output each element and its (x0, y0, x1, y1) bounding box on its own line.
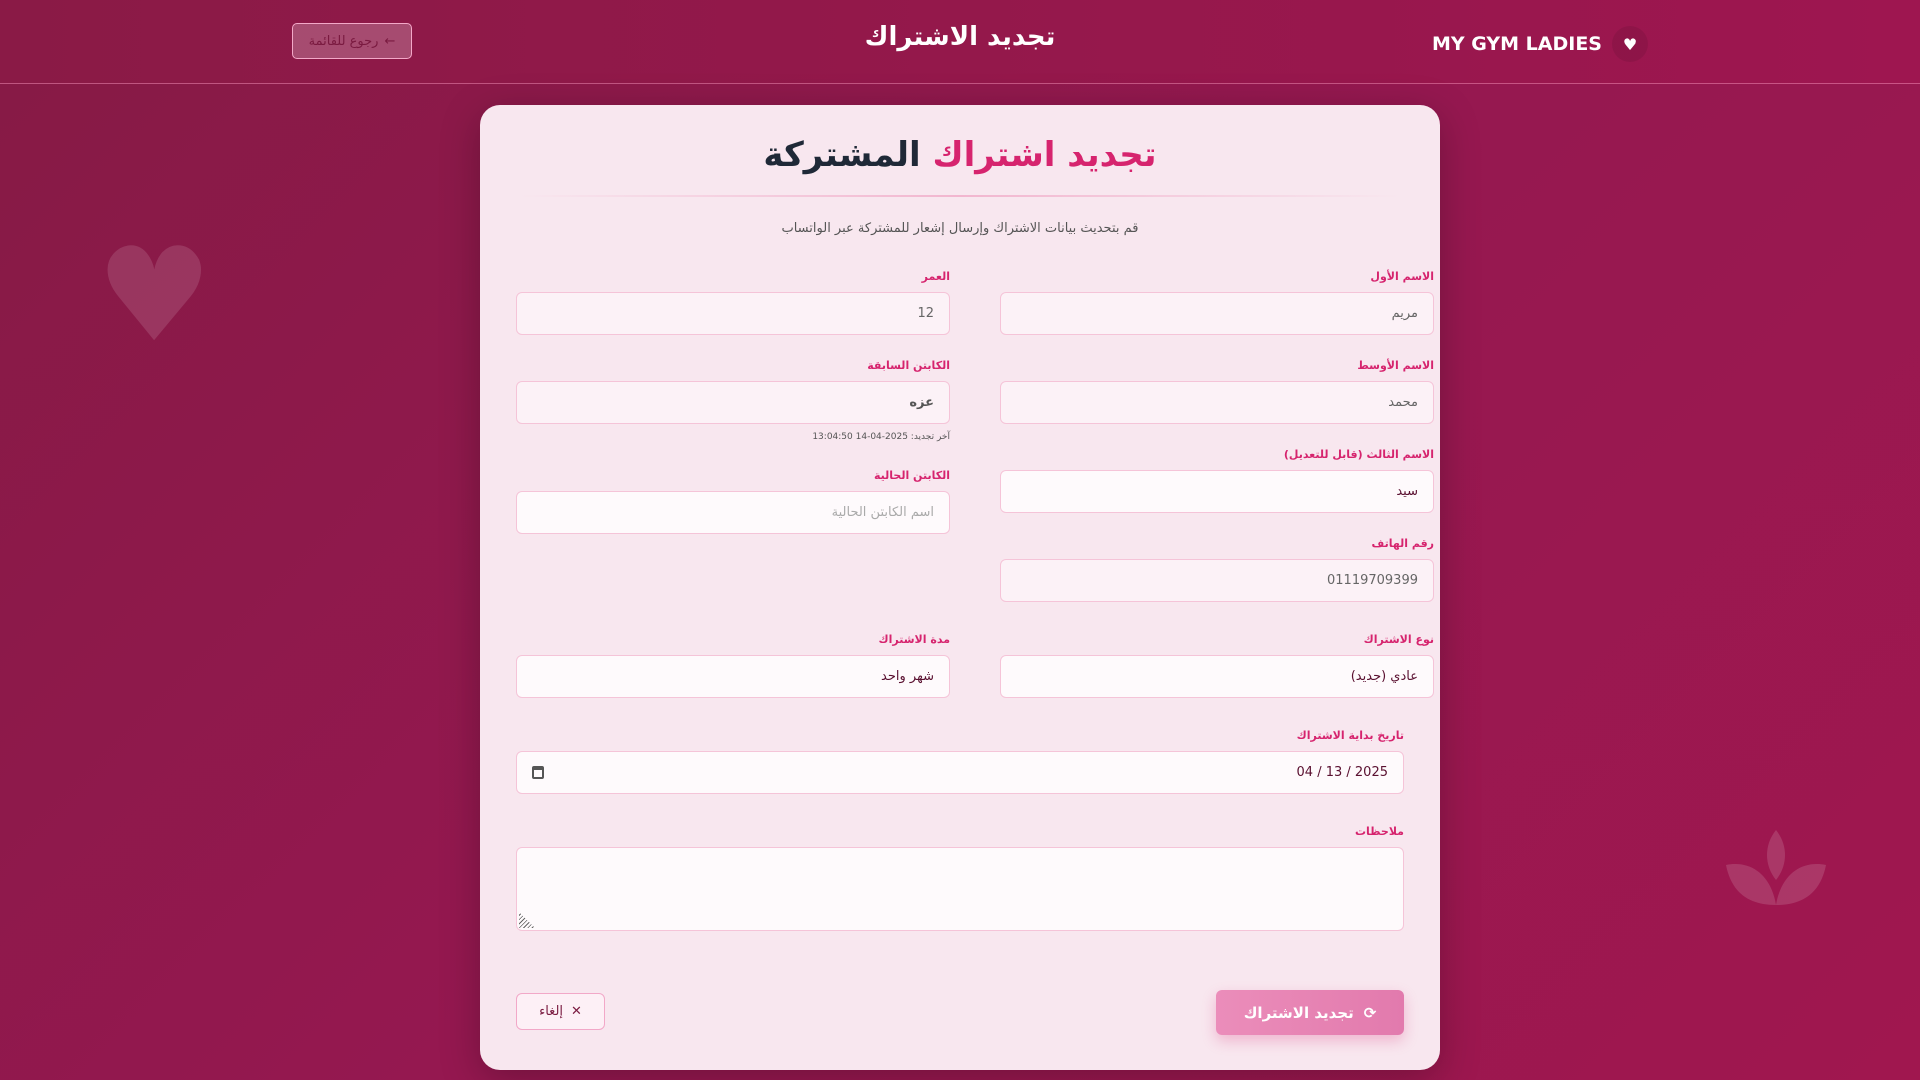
calendar-icon[interactable] (532, 766, 544, 779)
start-date-input[interactable]: 04 / 13 / 2025 (516, 751, 1404, 794)
phone-label: رقم الهاتف (1371, 537, 1434, 550)
subscription-type-field: نوع الاشتراك عادي (جديد) (1000, 633, 1434, 698)
third-name-label: الاسم الثالث (قابل للتعديل) (1283, 448, 1434, 461)
middle-name-label: الاسم الأوسط (1357, 359, 1434, 372)
third-name-field: الاسم الثالث (قابل للتعديل) سيد (1000, 448, 1434, 513)
brand-name: MY GYM LADIES (1431, 33, 1602, 55)
heart-icon: ♥ (1612, 26, 1648, 62)
current-captain-field: الكابتن الحالية اسم الكابتن الحالية (516, 469, 950, 534)
renew-label: تجديد الاشتراك (1243, 1003, 1354, 1022)
subscription-type-select[interactable]: عادي (جديد) (1000, 655, 1434, 698)
form-subtitle: قم بتحديث بيانات الاشتراك وإرسال إشعار ل… (781, 221, 1139, 236)
third-name-input[interactable]: سيد (1000, 470, 1434, 513)
refresh-icon: ⟳ (1363, 1003, 1377, 1022)
middle-name-input[interactable]: محمد (1000, 381, 1434, 424)
duration-field: مدة الاشتراك شهر واحد (516, 633, 950, 698)
start-date-label: تاريخ بداية الاشتراك (1296, 729, 1404, 742)
cancel-label: إلغاء (539, 1004, 564, 1019)
first-name-input[interactable]: مريم (1000, 292, 1434, 335)
divider (520, 195, 1400, 197)
previous-captain-input[interactable]: عزه (516, 381, 950, 424)
brand[interactable]: MY GYM LADIES ♥ (1432, 26, 1648, 62)
previous-captain-field: الكابتن السابقة عزه (516, 359, 950, 424)
title-rest: المشتركة (763, 135, 921, 175)
first-name-label: الاسم الأول (1370, 270, 1434, 283)
renew-subscription-button[interactable]: ⟳ تجديد الاشتراك (1216, 990, 1404, 1035)
renew-form-card: تجديد اشتراك المشتركة قم بتحديث بيانات ا… (480, 105, 1440, 1070)
age-label: العمر (921, 270, 950, 283)
subscription-type-label: نوع الاشتراك (1363, 633, 1434, 646)
previous-captain-label: الكابتن السابقة (867, 359, 950, 372)
age-input[interactable]: 12 (516, 292, 950, 335)
top-header: ← رجوع للقائمة تجديد الاشتراك MY GYM LAD… (0, 0, 1920, 84)
close-icon: ✕ (571, 1004, 582, 1019)
phone-field: رقم الهاتف 01119709399 (1000, 537, 1434, 602)
middle-name-field: الاسم الأوسط محمد (1000, 359, 1434, 424)
start-date-value: 04 / 13 / 2025 (1296, 765, 1388, 780)
age-field: العمر 12 (516, 270, 950, 335)
phone-input[interactable]: 01119709399 (1000, 559, 1434, 602)
decorative-heart-icon: ♥ (96, 219, 213, 371)
duration-select[interactable]: شهر واحد (516, 655, 950, 698)
duration-label: مدة الاشتراك (878, 633, 950, 646)
first-name-field: الاسم الأول مريم (1000, 270, 1434, 335)
notes-textarea[interactable] (516, 847, 1404, 931)
notes-label: ملاحظات (1355, 825, 1404, 838)
current-captain-label: الكابتن الحالية (873, 469, 950, 482)
last-renewal-note: آخر تجديد: 2025-04-14 13:04:50 (812, 432, 950, 442)
resize-handle-icon[interactable] (519, 912, 535, 928)
form-title: تجديد اشتراك المشتركة (480, 135, 1440, 175)
cancel-button[interactable]: ✕ إلغاء (516, 993, 605, 1030)
notes-field: ملاحظات (516, 825, 1404, 931)
start-date-field: تاريخ بداية الاشتراك 04 / 13 / 2025 (516, 729, 1404, 794)
decorative-lotus-icon (1726, 830, 1826, 905)
title-highlight: تجديد اشتراك (932, 135, 1157, 175)
current-captain-input[interactable]: اسم الكابتن الحالية (516, 491, 950, 534)
